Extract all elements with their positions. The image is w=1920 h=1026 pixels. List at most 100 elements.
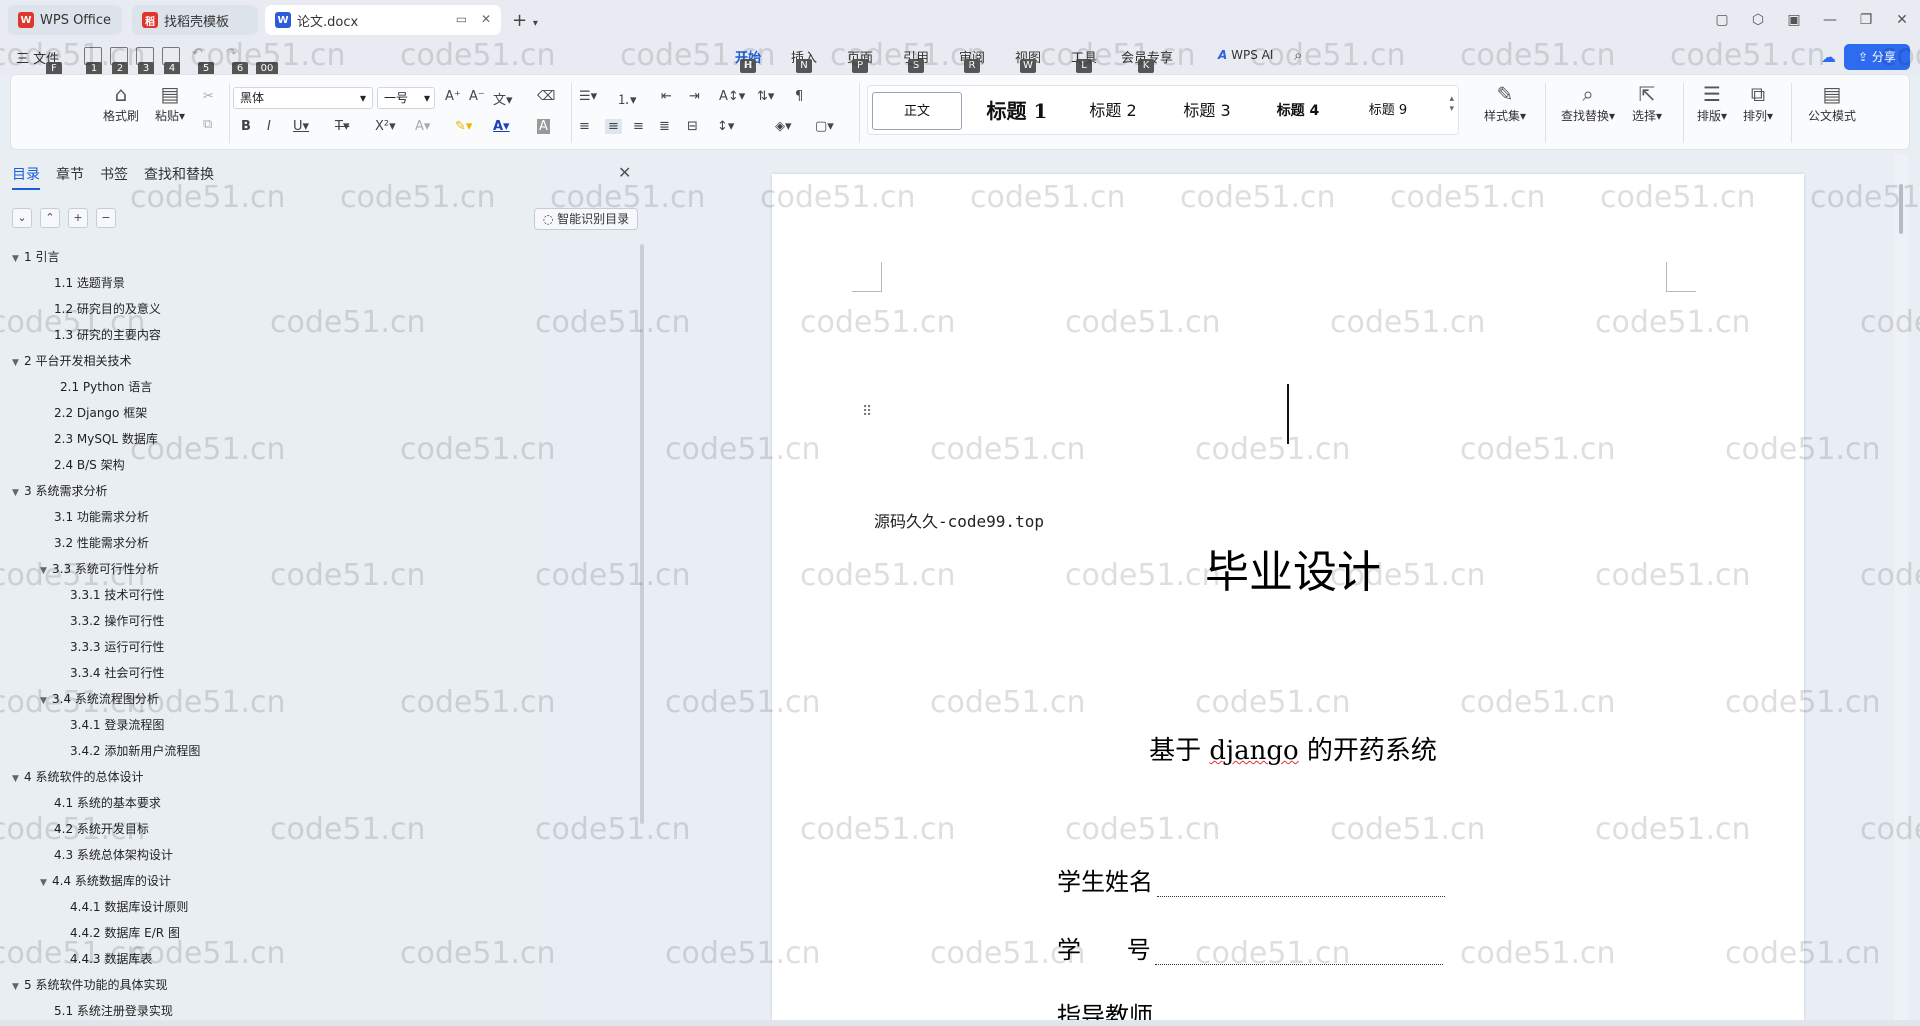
cloud-sync-icon[interactable]: ☁ [1821, 48, 1836, 66]
toc-item[interactable]: 2.3 MySQL 数据库 [54, 430, 158, 447]
toc-item[interactable]: ▼ 5 系统软件功能的具体实现 [12, 976, 167, 993]
style-heading-3[interactable]: 标题 3 [1164, 92, 1250, 130]
toc-item[interactable]: 5.1 系统注册登录实现 [54, 1002, 173, 1019]
phonetic-icon[interactable]: 文▾ [493, 89, 513, 108]
fill-line[interactable] [1157, 875, 1445, 897]
close-window-button[interactable]: ✕ [1884, 12, 1920, 28]
clear-format-icon[interactable]: ⌫ [537, 89, 555, 104]
style-heading-4[interactable]: 标题 4 [1258, 92, 1338, 130]
text-effect-icon[interactable]: A▾ [415, 119, 430, 134]
toc-item[interactable]: ▼ 3 系统需求分析 [12, 482, 107, 499]
styles-scroll-icon[interactable]: ▴ ▾ [1449, 94, 1454, 114]
expand-triangle-icon[interactable]: ▼ [12, 488, 24, 498]
style-heading-9[interactable]: 标题 9 [1348, 92, 1428, 130]
strikethrough-icon[interactable]: T▾ [335, 119, 349, 134]
toc-item[interactable]: 2.2 Django 框架 [54, 404, 147, 421]
tab-document[interactable]: W 论文.docx ▭ ✕ [265, 5, 501, 35]
tab-wps-office[interactable]: W WPS Office [8, 5, 122, 35]
toc-item[interactable]: 4.2 系统开发目标 [54, 820, 149, 837]
document-page[interactable]: ⠿ 源码久久-code99.top 毕业设计 基于 django 的开药系统 学… [772, 174, 1804, 1020]
underline-icon[interactable]: U▾ [293, 119, 309, 134]
document-scrollbar[interactable] [1894, 154, 1908, 1020]
toc-item[interactable]: 3.4.1 登录流程图 [70, 716, 164, 733]
expand-triangle-icon[interactable]: ▼ [12, 358, 24, 368]
toc-item[interactable]: 1.1 选题背景 [54, 274, 125, 291]
font-size-select[interactable]: 一号 ▾ [377, 87, 435, 109]
italic-icon[interactable]: I [267, 119, 271, 134]
avatar[interactable]: ▣ [1776, 12, 1812, 28]
align-left-icon[interactable]: ≡ [579, 119, 590, 134]
expand-triangle-icon[interactable]: ▼ [40, 878, 52, 888]
toc-item[interactable]: 1.3 研究的主要内容 [54, 326, 161, 343]
fill-line[interactable] [1154, 943, 1443, 965]
increase-indent-icon[interactable]: ⇥ [689, 89, 700, 104]
toc-item[interactable]: 2.1 Python 语言 [60, 378, 152, 395]
close-tab-icon[interactable]: ✕ [481, 12, 491, 26]
toc-item[interactable]: 3.3.1 技术可行性 [70, 586, 164, 603]
cube-icon[interactable]: ⬡ [1740, 12, 1776, 28]
bold-icon[interactable]: B [241, 119, 251, 134]
highlight-icon[interactable]: ✎▾ [455, 119, 472, 134]
align-center-icon[interactable]: ≡ [605, 119, 622, 134]
toc-item[interactable]: ▼ 2 平台开发相关技术 [12, 352, 131, 369]
toc-item[interactable]: 4.4.3 数据库表 [70, 950, 152, 967]
toc-item[interactable]: 3.3.3 运行可行性 [70, 638, 164, 655]
drag-handle-icon[interactable]: ⠿ [862, 404, 872, 420]
arrange-button[interactable]: ⧉ 排列▾ [1735, 81, 1781, 124]
style-heading-2[interactable]: 标题 2 [1068, 92, 1158, 130]
layout-button[interactable]: ☰ 排版▾ [1689, 81, 1735, 124]
show-marks-icon[interactable]: ¶ [795, 89, 803, 104]
borders-icon[interactable]: ▢▾ [815, 119, 834, 134]
line-spacing-icon[interactable]: ↕▾ [717, 119, 734, 134]
add-level-icon[interactable]: + [68, 208, 88, 228]
toc-item[interactable]: 2.4 B/S 架构 [54, 456, 125, 473]
collapse-up-icon[interactable]: ⌃ [40, 208, 60, 228]
font-name-select[interactable]: 黑体 ▾ [233, 87, 373, 109]
find-replace-button[interactable]: ⌕ 查找替换▾ [1551, 81, 1625, 124]
nav-tab-find-replace[interactable]: 查找和替换 [144, 164, 214, 190]
toc-item[interactable]: ▼ 1 引言 [12, 248, 59, 265]
cut-icon[interactable]: ✂ [203, 89, 214, 104]
char-shading-icon[interactable]: A [537, 119, 550, 134]
toc-item[interactable]: 3.3.2 操作可行性 [70, 612, 164, 629]
paste-button[interactable]: ▤ 粘贴▾ [147, 81, 193, 124]
text-direction-icon[interactable]: A↕▾ [719, 89, 745, 104]
toc-item[interactable]: 4.4.1 数据库设计原则 [70, 898, 188, 915]
toc-item[interactable]: 4.1 系统的基本要求 [54, 794, 161, 811]
sort-icon[interactable]: ⇅▾ [757, 89, 774, 104]
font-color-icon[interactable]: A▾ [493, 119, 510, 134]
toc-item[interactable]: 4.3 系统总体架构设计 [54, 846, 173, 863]
distribute-icon[interactable]: ⊟ [687, 119, 698, 134]
tab-page[interactable]: 页面P [832, 47, 888, 73]
tab-tools[interactable]: 工具L [1056, 47, 1112, 73]
grow-font-icon[interactable]: A⁺ [445, 89, 461, 104]
tab-member[interactable]: 会员专享K [1112, 47, 1182, 73]
style-set-button[interactable]: ✎ 样式集▾ [1475, 81, 1535, 124]
style-heading-1[interactable]: 标题 1 [972, 92, 1062, 130]
toc-item[interactable]: 3.3.4 社会可行性 [70, 664, 164, 681]
expand-down-icon[interactable]: ⌄ [12, 208, 32, 228]
superscript-icon[interactable]: X²▾ [375, 119, 396, 134]
toc-item[interactable]: 4.4.2 数据库 E/R 图 [70, 924, 180, 941]
toc-item[interactable]: 1.2 研究目的及意义 [54, 300, 161, 317]
align-right-icon[interactable]: ≡ [633, 119, 644, 134]
minimize-button[interactable]: — [1812, 12, 1848, 28]
new-tab-button[interactable]: + ▾ [512, 10, 538, 31]
nav-tab-bookmarks[interactable]: 书签 [100, 164, 128, 190]
maximize-button[interactable]: ❐ [1848, 12, 1884, 28]
close-pane-icon[interactable]: ✕ [618, 163, 631, 182]
tab-review[interactable]: 审阅R [944, 47, 1000, 73]
expand-triangle-icon[interactable]: ▼ [12, 254, 24, 264]
decrease-indent-icon[interactable]: ⇤ [661, 89, 672, 104]
nav-tab-toc[interactable]: 目录 [12, 164, 40, 190]
format-painter-button[interactable]: ⌂ 格式刷 [101, 81, 141, 124]
style-normal[interactable]: 正文 [872, 92, 962, 130]
expand-triangle-icon[interactable]: ▼ [40, 696, 52, 706]
smart-toc-button[interactable]: ◌ 智能识别目录 [534, 208, 638, 230]
remove-level-icon[interactable]: − [96, 208, 116, 228]
redo-icon[interactable]: ↷ [226, 46, 237, 61]
select-button[interactable]: ⇱ 选择▾ [1621, 81, 1673, 124]
tab-home[interactable]: 开始H [720, 47, 776, 73]
spellcheck-word[interactable]: django [1209, 736, 1298, 766]
toc-item[interactable]: ▼ 4 系统软件的总体设计 [12, 768, 143, 785]
